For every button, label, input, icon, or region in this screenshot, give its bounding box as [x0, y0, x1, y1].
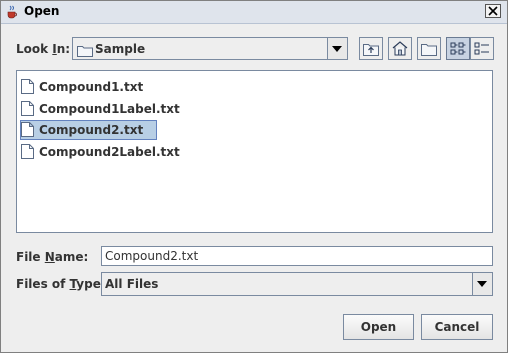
- title-bar[interactable]: Open: [1, 1, 507, 24]
- cancel-button[interactable]: Cancel: [421, 314, 493, 340]
- details-view-icon: [474, 42, 489, 55]
- close-icon: [488, 6, 498, 16]
- file-name: Compound2Label.txt: [39, 145, 180, 159]
- file-icon: [21, 122, 34, 141]
- file-item-compound2[interactable]: Compound2.txt: [20, 120, 157, 140]
- files-of-type-label: Files of Type:: [16, 277, 106, 291]
- file-name: Compound2.txt: [39, 123, 144, 137]
- close-button[interactable]: [485, 4, 501, 18]
- chevron-down-icon: [332, 46, 342, 52]
- look-in-combo[interactable]: Sample: [72, 37, 348, 60]
- files-of-type-value: All Files: [105, 277, 159, 291]
- chevron-down-icon: [477, 281, 487, 287]
- java-cup-icon: [5, 4, 19, 19]
- look-in-dropdown-button[interactable]: [327, 38, 347, 59]
- file-icon: [21, 101, 34, 120]
- file-name: Compound1Label.txt: [39, 102, 180, 116]
- file-item-compound1label[interactable]: Compound1Label.txt: [20, 99, 180, 120]
- file-name-label: File Name:: [16, 250, 89, 264]
- look-in-label: Look In:: [16, 42, 71, 56]
- list-view-icon: [450, 42, 466, 55]
- home-button[interactable]: [388, 37, 412, 60]
- up-one-level-icon: [363, 44, 379, 56]
- file-list[interactable]: Compound1.txt Compound1Label.txt Compoun…: [16, 70, 493, 233]
- new-folder-icon: [421, 44, 437, 56]
- open-button[interactable]: Open: [343, 314, 414, 340]
- files-of-type-dropdown-button[interactable]: [472, 273, 492, 295]
- list-view-button[interactable]: [446, 37, 470, 60]
- up-one-level-button[interactable]: [359, 37, 383, 60]
- home-icon: [392, 41, 408, 56]
- file-icon: [21, 79, 34, 98]
- file-item-compound1[interactable]: Compound1.txt: [20, 77, 144, 98]
- open-dialog: Open Look In: Sample Compound1.txt Compo…: [0, 0, 508, 353]
- new-folder-button[interactable]: [417, 37, 441, 60]
- file-name-field[interactable]: Compound2.txt: [101, 246, 493, 266]
- file-icon: [21, 144, 34, 163]
- window-title: Open: [24, 4, 60, 18]
- file-name: Compound1.txt: [39, 80, 144, 94]
- files-of-type-combo[interactable]: All Files: [101, 272, 493, 296]
- folder-icon: [77, 42, 93, 61]
- look-in-value: Sample: [95, 42, 146, 56]
- details-view-button[interactable]: [470, 37, 494, 60]
- file-item-compound2label[interactable]: Compound2Label.txt: [20, 142, 180, 163]
